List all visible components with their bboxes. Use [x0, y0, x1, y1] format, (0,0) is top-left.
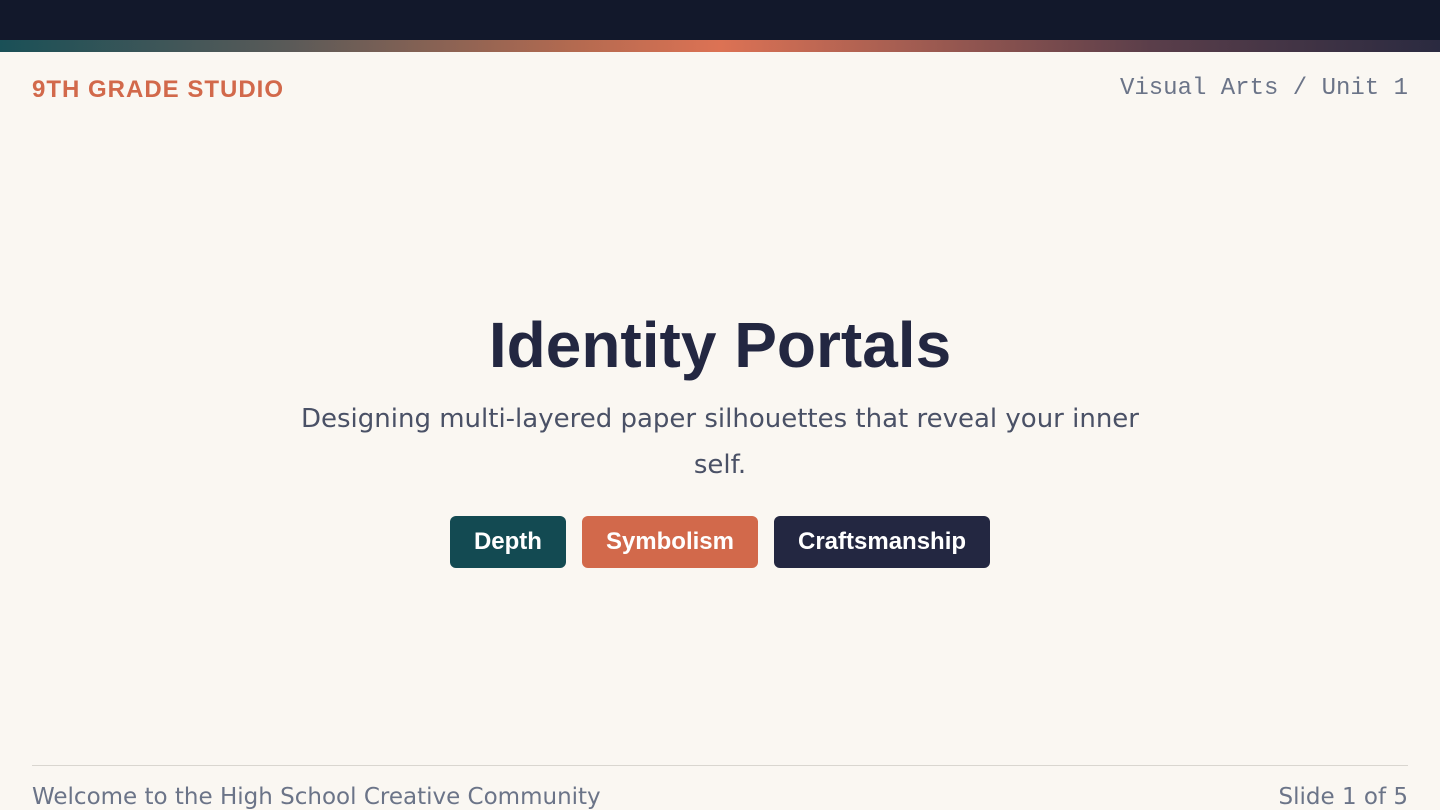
breadcrumb: Visual Arts / Unit 1 — [1119, 75, 1408, 102]
tag-depth: Depth — [449, 516, 566, 568]
tag-craftsmanship: Craftsmanship — [774, 516, 991, 568]
hero-section: Identity Portals Designing multi-layered… — [0, 306, 1440, 568]
footer-welcome-text: Welcome to the High School Creative Comm… — [32, 784, 601, 810]
page-subtitle: Designing multi-layered paper silhouette… — [300, 404, 1139, 480]
brand-logo-text: 9TH GRADE STUDIO — [32, 76, 285, 103]
top-bar — [0, 0, 1440, 40]
accent-gradient-strip — [0, 40, 1440, 52]
slide-counter: Slide 1 of 5 — [1278, 784, 1409, 810]
footer-divider — [32, 765, 1408, 766]
tag-list: Depth Symbolism Craftsmanship — [0, 516, 1440, 568]
tag-symbolism: Symbolism — [581, 516, 758, 568]
page-title: Identity Portals — [488, 309, 952, 381]
